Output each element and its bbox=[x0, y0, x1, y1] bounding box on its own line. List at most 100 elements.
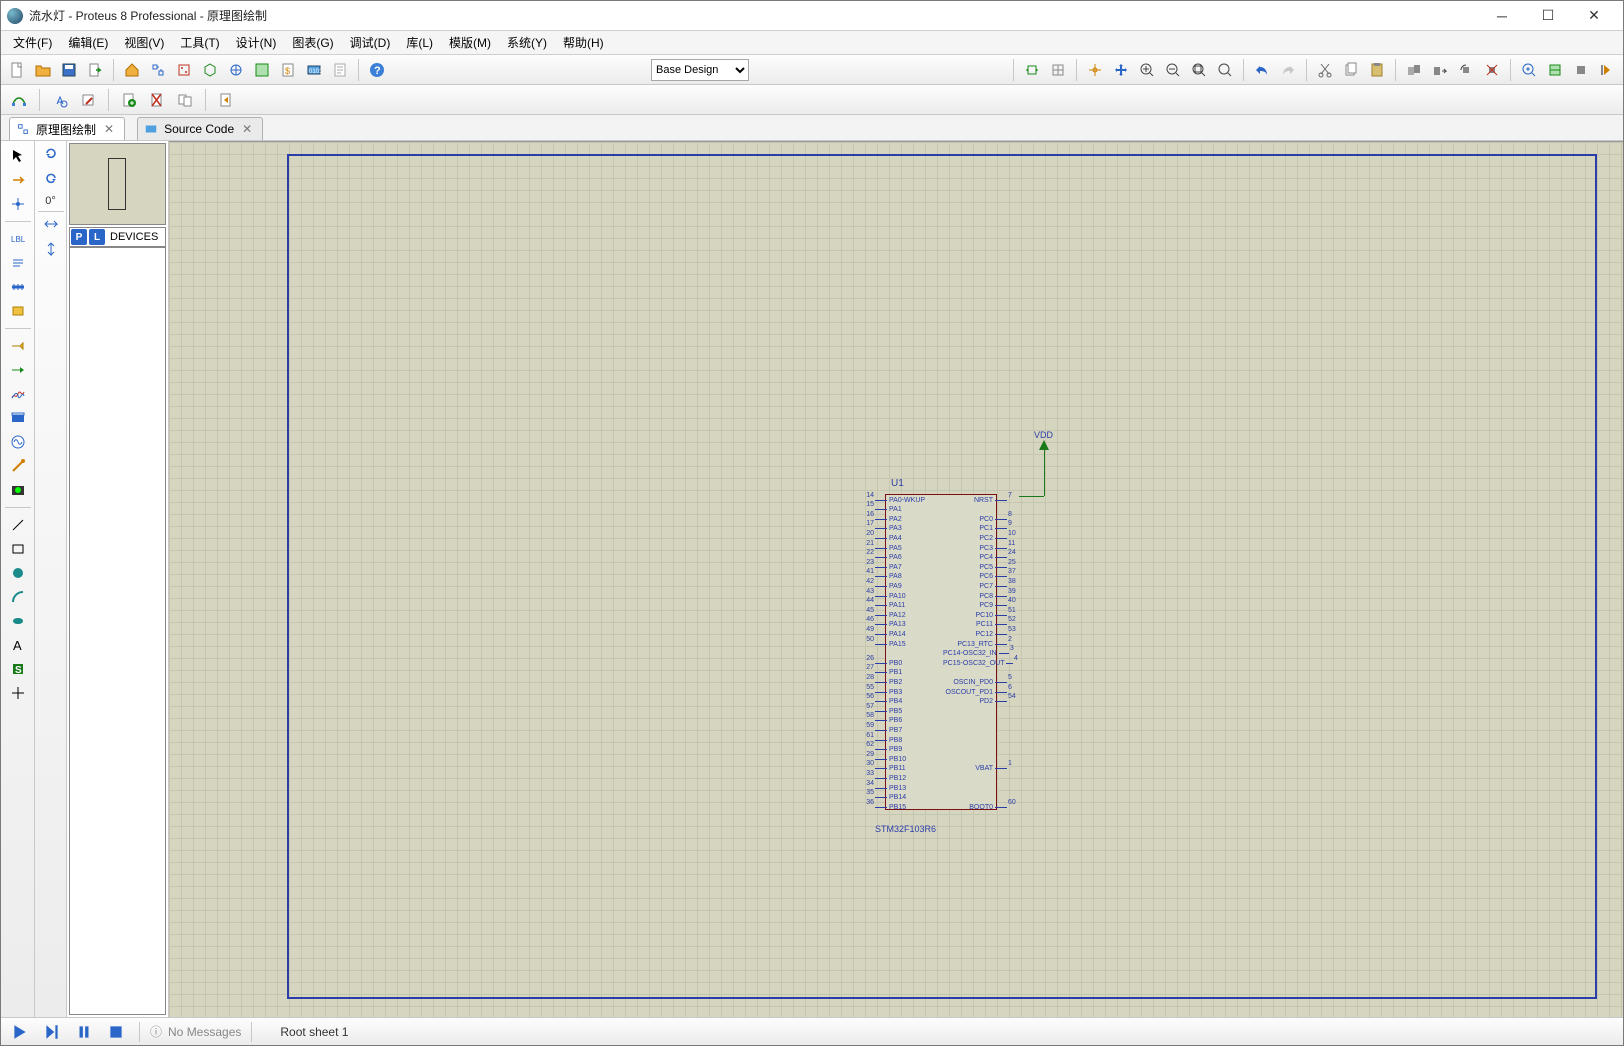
wire-label-tool[interactable]: LBL bbox=[5, 228, 31, 250]
block-copy-button[interactable] bbox=[1402, 58, 1426, 82]
arc-2d-tool[interactable] bbox=[5, 586, 31, 608]
code-button[interactable]: 0101 bbox=[302, 58, 326, 82]
save-button[interactable] bbox=[57, 58, 81, 82]
tab-schematic-close[interactable]: ✕ bbox=[102, 122, 116, 136]
menu-chart[interactable]: 图表(G) bbox=[284, 31, 341, 54]
help-button[interactable]: ? bbox=[365, 58, 389, 82]
new-file-button[interactable] bbox=[5, 58, 29, 82]
path-2d-tool[interactable] bbox=[5, 610, 31, 632]
menu-lib[interactable]: 库(L) bbox=[398, 31, 441, 54]
bus-tool[interactable] bbox=[5, 276, 31, 298]
schematic-icon bbox=[16, 122, 30, 136]
cut-button[interactable] bbox=[1313, 58, 1337, 82]
tab-source-code[interactable]: Source Code ✕ bbox=[137, 117, 263, 140]
remove-sheet-button[interactable] bbox=[145, 88, 169, 112]
undo-button[interactable] bbox=[1250, 58, 1274, 82]
messages-label[interactable]: No Messages bbox=[168, 1025, 241, 1039]
circle-2d-tool[interactable] bbox=[5, 562, 31, 584]
pause-button[interactable] bbox=[71, 1021, 97, 1043]
menu-template[interactable]: 模版(M) bbox=[441, 31, 499, 54]
window-close[interactable]: ✕ bbox=[1571, 1, 1617, 31]
window-maximize[interactable]: ☐ bbox=[1525, 1, 1571, 31]
zoom-area-button[interactable] bbox=[1213, 58, 1237, 82]
pcb-button[interactable] bbox=[172, 58, 196, 82]
pick-p-button[interactable]: P bbox=[71, 229, 87, 245]
block-move-button[interactable] bbox=[1428, 58, 1452, 82]
selection-mode-tool[interactable] bbox=[5, 145, 31, 167]
menu-debug[interactable]: 调试(D) bbox=[342, 31, 399, 54]
gerber-button[interactable] bbox=[224, 58, 248, 82]
probe-tool[interactable] bbox=[5, 455, 31, 477]
tab-schematic[interactable]: 原理图绘制 ✕ bbox=[9, 117, 125, 140]
redo-button[interactable] bbox=[1276, 58, 1300, 82]
device-pin-tool[interactable] bbox=[5, 359, 31, 381]
rotate-ccw-button[interactable] bbox=[43, 170, 59, 191]
marker-2d-tool[interactable] bbox=[5, 682, 31, 704]
rotate-cw-button[interactable] bbox=[43, 145, 59, 166]
copy-button[interactable] bbox=[1339, 58, 1363, 82]
tape-tool[interactable] bbox=[5, 407, 31, 429]
menu-help[interactable]: 帮助(H) bbox=[555, 31, 612, 54]
exit-parent-button[interactable] bbox=[214, 88, 238, 112]
make-device-button[interactable] bbox=[1543, 58, 1567, 82]
notes-button[interactable] bbox=[328, 58, 352, 82]
decompose-button[interactable] bbox=[1595, 58, 1619, 82]
menu-view[interactable]: 视图(V) bbox=[116, 31, 172, 54]
box-2d-tool[interactable] bbox=[5, 538, 31, 560]
text-2d-tool[interactable]: A bbox=[5, 634, 31, 656]
import-button[interactable] bbox=[83, 58, 107, 82]
menu-file[interactable]: 文件(F) bbox=[5, 31, 60, 54]
device-list[interactable] bbox=[69, 247, 166, 1015]
packaging-button[interactable] bbox=[1569, 58, 1593, 82]
zoom-in-button[interactable] bbox=[1135, 58, 1159, 82]
home-button[interactable] bbox=[120, 58, 144, 82]
open-file-button[interactable] bbox=[31, 58, 55, 82]
schematic-canvas[interactable]: VDD U1 STM32F103R6 14PA0-WKUP15PA116PA21… bbox=[169, 141, 1623, 1017]
redraw-button[interactable] bbox=[1020, 58, 1044, 82]
block-delete-button[interactable] bbox=[1480, 58, 1504, 82]
grid-button[interactable] bbox=[1046, 58, 1070, 82]
pan-button[interactable] bbox=[1109, 58, 1133, 82]
terminal-tool[interactable] bbox=[5, 335, 31, 357]
schematic-button[interactable] bbox=[146, 58, 170, 82]
menu-system[interactable]: 系统(Y) bbox=[499, 31, 555, 54]
junction-tool[interactable] bbox=[5, 193, 31, 215]
design-variant-combo[interactable]: Base Design bbox=[651, 59, 749, 81]
origin-button[interactable] bbox=[1083, 58, 1107, 82]
pin-PB15: 36PB15 bbox=[861, 803, 931, 811]
new-sheet-button[interactable] bbox=[117, 88, 141, 112]
window-minimize[interactable]: ─ bbox=[1479, 1, 1525, 31]
symbol-2d-tool[interactable]: S bbox=[5, 658, 31, 680]
text-script-tool[interactable] bbox=[5, 252, 31, 274]
pick-l-button[interactable]: L bbox=[89, 229, 105, 245]
search-button[interactable] bbox=[48, 88, 72, 112]
paste-button[interactable] bbox=[1365, 58, 1389, 82]
zoom-out-button[interactable] bbox=[1161, 58, 1185, 82]
design-explorer-button[interactable] bbox=[250, 58, 274, 82]
graph-tool[interactable] bbox=[5, 383, 31, 405]
menu-design[interactable]: 设计(N) bbox=[228, 31, 285, 54]
component-mode-tool[interactable] bbox=[5, 169, 31, 191]
overview-thumbnail[interactable] bbox=[69, 143, 166, 225]
tab-source-close[interactable]: ✕ bbox=[240, 122, 254, 136]
pick-button[interactable] bbox=[1517, 58, 1541, 82]
menu-edit[interactable]: 编辑(E) bbox=[60, 31, 116, 54]
menu-tool[interactable]: 工具(T) bbox=[172, 31, 227, 54]
bom-button[interactable]: $ bbox=[276, 58, 300, 82]
step-button[interactable] bbox=[39, 1021, 65, 1043]
subcircuit-tool[interactable] bbox=[5, 300, 31, 322]
3d-button[interactable] bbox=[198, 58, 222, 82]
block-rotate-button[interactable] bbox=[1454, 58, 1478, 82]
mirror-v-button[interactable] bbox=[43, 241, 59, 262]
line-2d-tool[interactable] bbox=[5, 514, 31, 536]
component-u1[interactable]: U1 STM32F103R6 14PA0-WKUP15PA116PA217PA3… bbox=[861, 482, 1021, 822]
instrument-tool[interactable] bbox=[5, 479, 31, 501]
goto-sheet-button[interactable] bbox=[173, 88, 197, 112]
property-assign-button[interactable] bbox=[76, 88, 100, 112]
wire-autoroute-button[interactable] bbox=[7, 88, 31, 112]
generator-tool[interactable] bbox=[5, 431, 31, 453]
play-button[interactable] bbox=[7, 1021, 33, 1043]
mirror-h-button[interactable] bbox=[43, 216, 59, 237]
stop-button[interactable] bbox=[103, 1021, 129, 1043]
zoom-all-button[interactable] bbox=[1187, 58, 1211, 82]
